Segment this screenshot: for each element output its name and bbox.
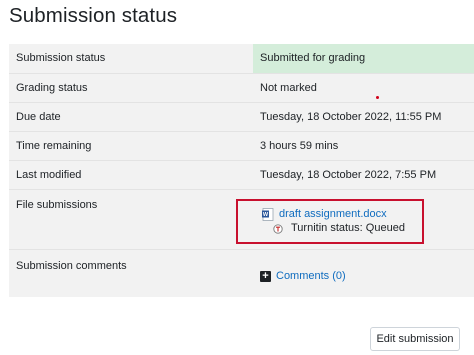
table-row: Submission comments: [9, 248, 474, 297]
row-label-submission-comments: Submission comments: [9, 248, 253, 297]
time-remaining-value: 3 hours 59 mins: [253, 130, 474, 160]
table-row: Time remaining 3 hours 59 mins: [9, 130, 474, 160]
file-download-link[interactable]: draft assignment.docx: [279, 208, 387, 220]
table-row: Submission status Submitted for grading: [9, 44, 474, 73]
row-label-file-submissions: File submissions: [9, 188, 253, 249]
row-label-last-modified: Last modified: [9, 159, 253, 189]
turnitin-status: Turnitin status: Queued: [291, 222, 405, 234]
assignment-page: Submission status Submission status Subm…: [0, 0, 474, 355]
row-label-time-remaining: Time remaining: [9, 130, 253, 160]
comments-toggle[interactable]: + Comments (0): [260, 270, 346, 282]
svg-text:W: W: [263, 212, 269, 218]
submission-status-value: Submitted for grading: [253, 44, 474, 73]
comments-link[interactable]: Comments (0): [276, 270, 346, 282]
red-dot-mark: [376, 96, 379, 99]
table-row: Grading status Not marked: [9, 72, 474, 102]
grading-status-value: Not marked: [253, 72, 474, 102]
submission-status-table: Submission status Submitted for grading …: [9, 44, 474, 297]
row-label-due-date: Due date: [9, 101, 253, 131]
due-date-value: Tuesday, 18 October 2022, 11:55 PM: [253, 101, 474, 131]
row-label-grading-status: Grading status: [9, 72, 253, 102]
table-row: Due date Tuesday, 18 October 2022, 11:55…: [9, 101, 474, 131]
file-entry: draft assignment.docx: [271, 208, 387, 220]
plus-icon: +: [260, 270, 271, 282]
edit-submission-button[interactable]: Edit submission: [370, 327, 460, 351]
row-label-submission-status: Submission status: [9, 44, 253, 73]
page-title: Submission status: [9, 4, 178, 27]
last-modified-value: Tuesday, 18 October 2022, 7:55 PM: [253, 159, 474, 189]
table-row: Last modified Tuesday, 18 October 2022, …: [9, 159, 474, 189]
